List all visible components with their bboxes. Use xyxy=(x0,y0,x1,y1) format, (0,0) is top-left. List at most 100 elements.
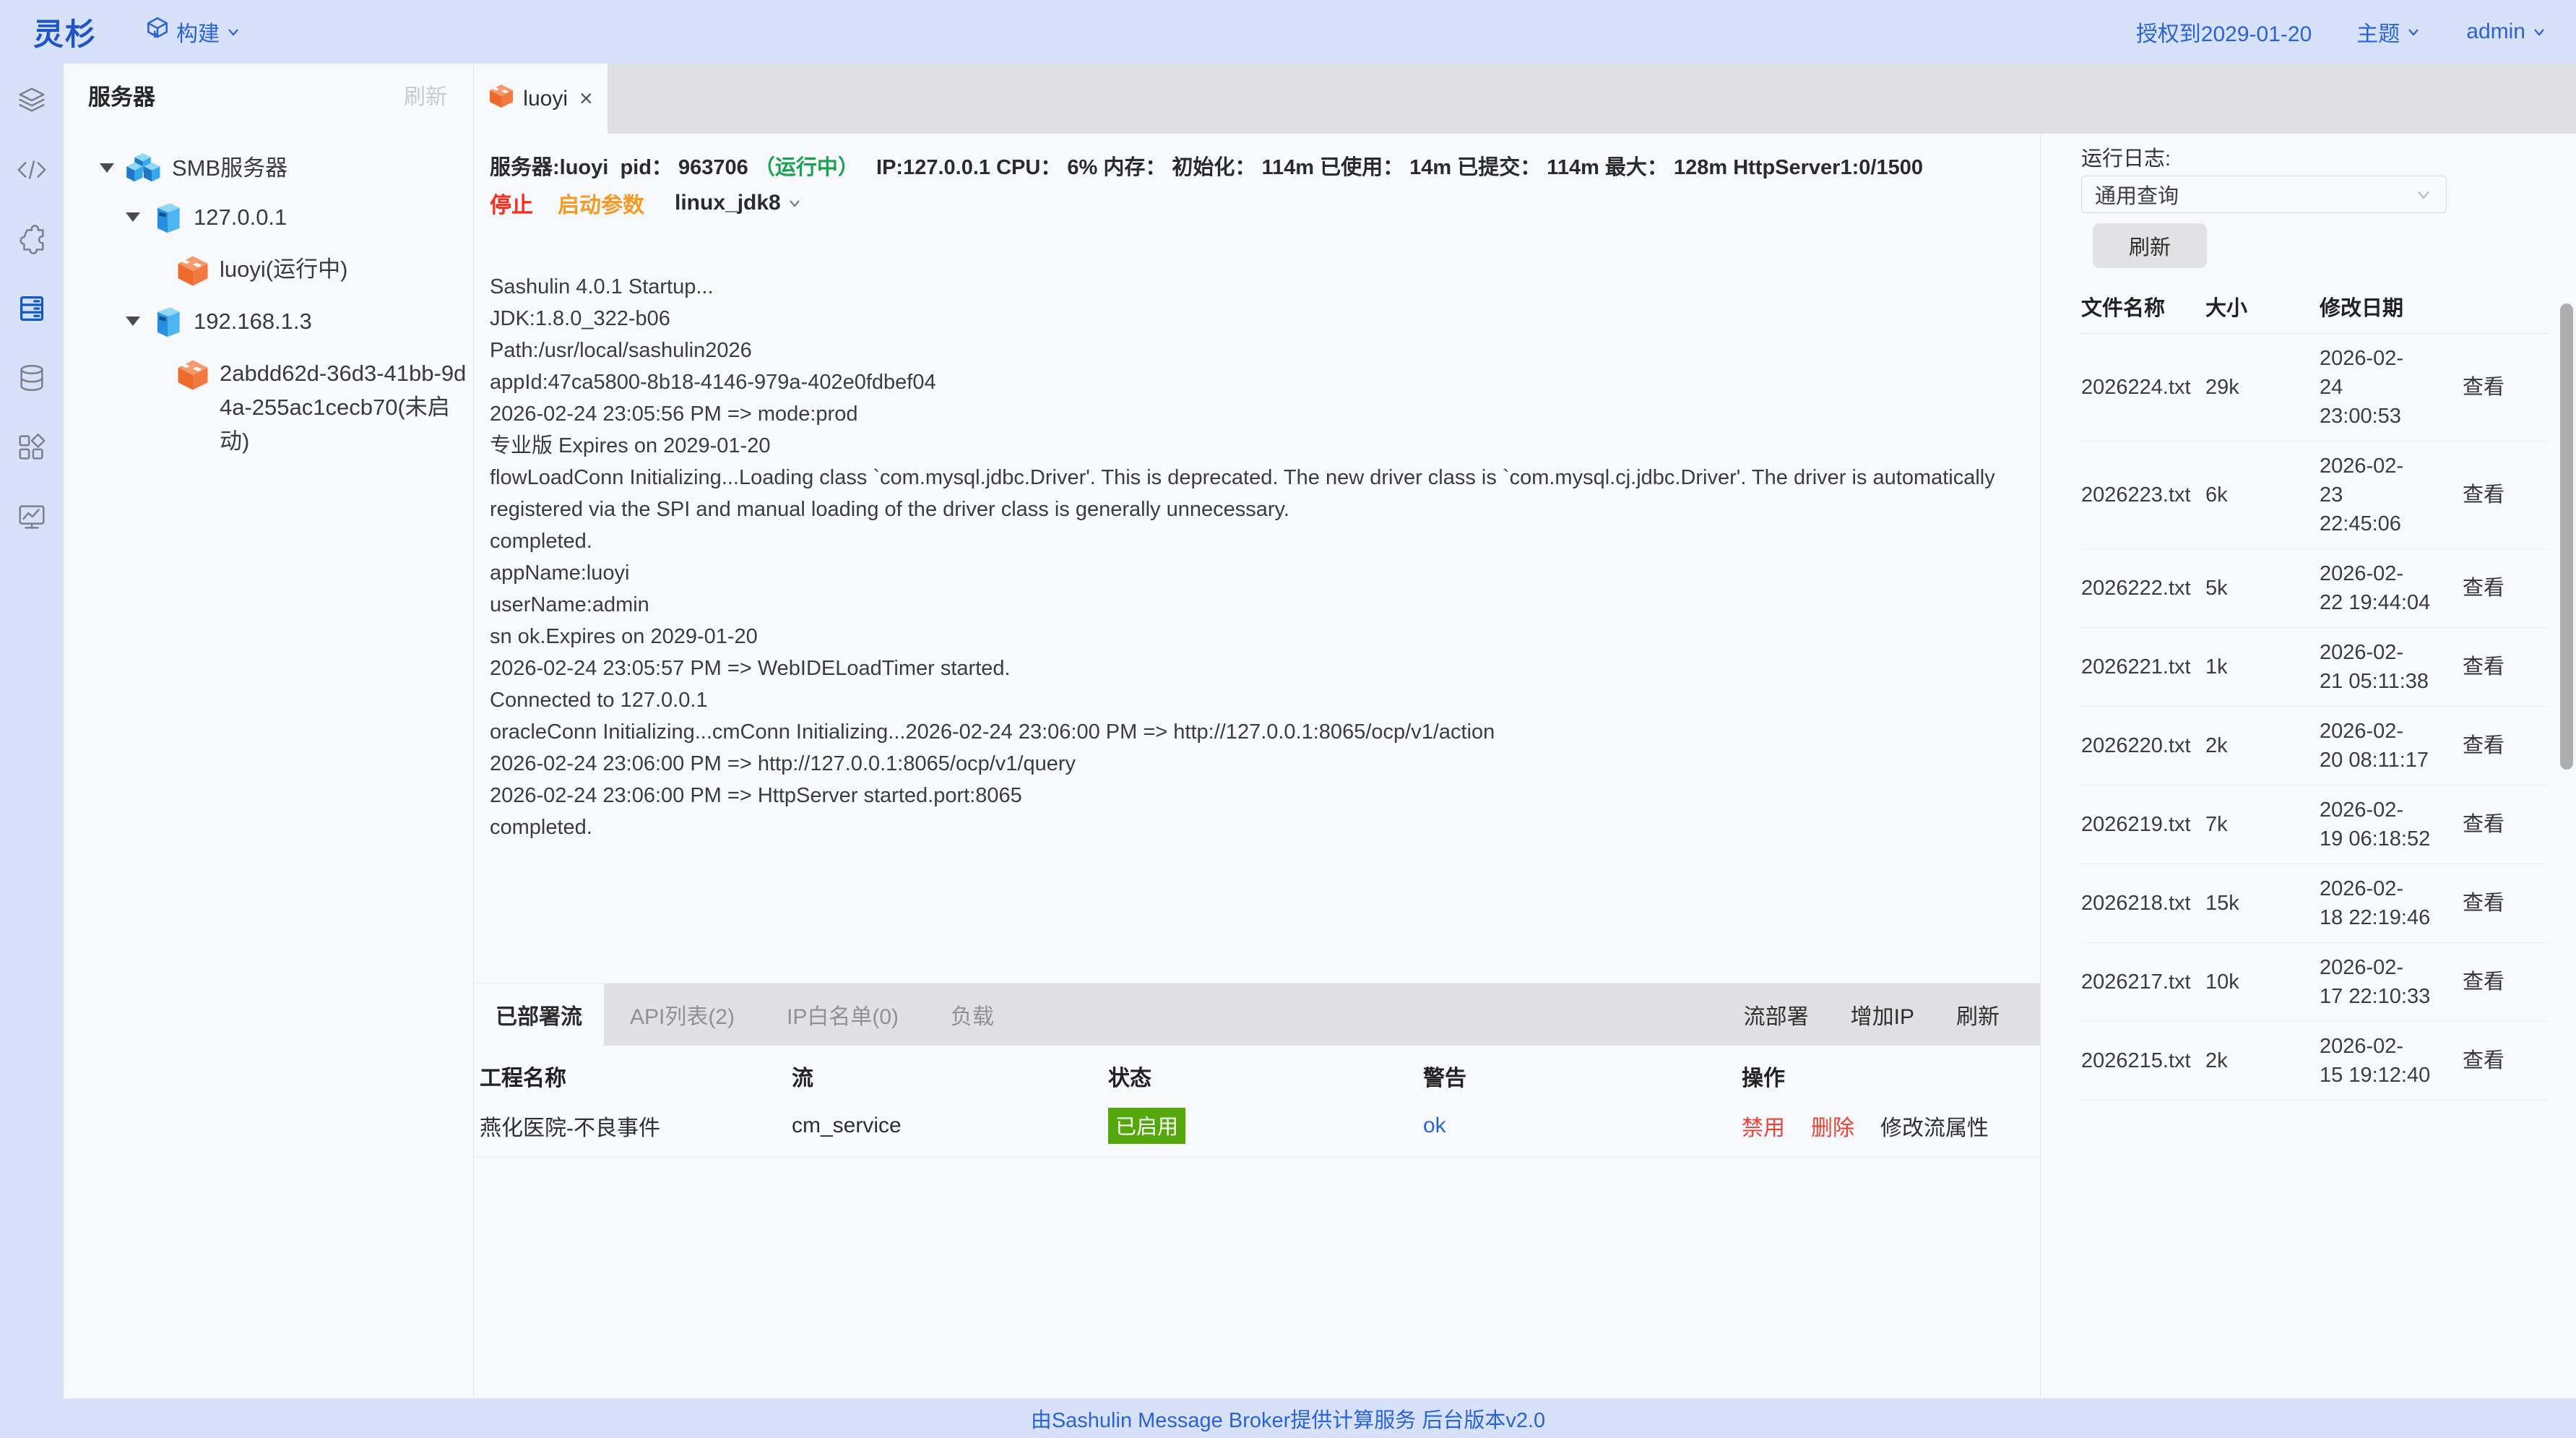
stop-button[interactable]: 停止 xyxy=(490,187,533,219)
deploy-flow-button[interactable]: 流部署 xyxy=(1744,999,1809,1030)
view-file-link[interactable]: 查看 xyxy=(2463,734,2504,757)
deploy-section: 已部署流 API列表(2) IP白名单(0) 负载 流部署 增加IP 刷新 工程… xyxy=(474,983,2040,1398)
tab-close-icon[interactable]: × xyxy=(579,85,593,112)
log-line: appName:luoyi xyxy=(490,557,2018,589)
scrollbar-thumb[interactable] xyxy=(2560,303,2573,770)
log-line: appId:47ca5800-8b18-4146-979a-402e0fdbef… xyxy=(490,366,2018,398)
log-line: 2026-02-24 23:06:00 PM => http://127.0.0… xyxy=(490,748,2018,780)
tab-load[interactable]: 负载 xyxy=(925,983,1020,1046)
file-size: 7k xyxy=(2205,785,2320,864)
log-line: oracleConn Initializing...cmConn Initial… xyxy=(490,716,2018,748)
tree-node-app-luoyi[interactable]: luoyi(运行中) xyxy=(64,249,473,301)
startup-log-output[interactable]: Sashulin 4.0.1 Startup... JDK:1.8.0_322-… xyxy=(490,271,2018,843)
collapse-caret-icon[interactable] xyxy=(126,212,140,222)
tree-node-label: 127.0.0.1 xyxy=(194,197,287,238)
file-name: 2026224.txt xyxy=(2081,334,2205,442)
column-header-modified: 修改日期 xyxy=(2320,281,2463,334)
log-file-row: 2026217.txt 10k 2026-02- 17 22:10:33 查看 xyxy=(2081,943,2549,1022)
file-name: 2026220.txt xyxy=(2081,707,2205,785)
top-bar: 灵杉 构建 授权到2029-01-20 主题 admin xyxy=(0,0,2576,64)
package-icon xyxy=(176,254,209,301)
tree-node-label: luoyi(运行中) xyxy=(220,249,347,290)
tree-node-smb-group[interactable]: SMB服务器 xyxy=(64,147,473,197)
log-file-row: 2026223.txt 6k 2026-02- 23 22:45:06 查看 xyxy=(2081,442,2549,549)
status-badge: 已启用 xyxy=(1108,1108,1185,1144)
build-menu[interactable]: 构建 xyxy=(144,16,241,48)
log-line: JDK:1.8.0_322-b06 xyxy=(490,303,2018,335)
tab-ip-whitelist[interactable]: IP白名单(0) xyxy=(761,983,925,1046)
delete-flow-button[interactable]: 删除 xyxy=(1811,1110,1854,1142)
server-cluster-icon xyxy=(126,153,162,197)
tab-luoyi[interactable]: luoyi × xyxy=(474,64,608,134)
workspace: luoyi × 服务器:luoyi pid： 963706 （运行中） IP:1… xyxy=(474,64,2576,1398)
server-action-bar: 停止 启动参数 linux_jdk8 xyxy=(474,186,2040,220)
view-file-link[interactable]: 查看 xyxy=(2463,577,2504,600)
cell-project-name: 燕化医院-不良事件 xyxy=(474,1098,786,1158)
tree-node-host-127[interactable]: 127.0.0.1 xyxy=(64,197,473,249)
footer-text: 由Sashulin Message Broker提供计算服务 后台版本v2.0 xyxy=(1031,1403,1545,1434)
edit-flow-props-button[interactable]: 修改流属性 xyxy=(1880,1110,1989,1142)
tree-refresh-button[interactable]: 刷新 xyxy=(404,79,447,111)
tree-node-label: 192.168.1.3 xyxy=(194,301,312,342)
tree-node-label: SMB服务器 xyxy=(172,147,288,189)
log-file-row: 2026221.txt 1k 2026-02- 21 05:11:38 查看 xyxy=(2081,628,2549,707)
column-header-status: 状态 xyxy=(1102,1046,1417,1098)
file-modified-date: 2026-02- 24 23:00:53 xyxy=(2320,334,2463,442)
build-cube-icon xyxy=(144,16,170,48)
file-size: 2k xyxy=(2205,707,2320,785)
view-file-link[interactable]: 查看 xyxy=(2463,655,2504,679)
view-file-link[interactable]: 查看 xyxy=(2463,1049,2504,1072)
add-ip-button[interactable]: 增加IP xyxy=(1851,999,1914,1030)
view-file-link[interactable]: 查看 xyxy=(2463,813,2504,836)
file-name: 2026221.txt xyxy=(2081,628,2205,707)
view-file-link[interactable]: 查看 xyxy=(2463,483,2504,507)
tab-deployed-flows[interactable]: 已部署流 xyxy=(474,983,604,1046)
file-modified-date: 2026-02- 19 06:18:52 xyxy=(2320,785,2463,864)
log-line: 2026-02-24 23:05:56 PM => mode:prod xyxy=(490,398,2018,430)
components-icon[interactable] xyxy=(15,431,48,464)
file-name: 2026223.txt xyxy=(2081,442,2205,549)
log-query-select[interactable]: 通用查询 xyxy=(2081,176,2447,213)
plugin-icon[interactable] xyxy=(15,223,48,256)
start-params-button[interactable]: 启动参数 xyxy=(558,187,644,219)
view-file-link[interactable]: 查看 xyxy=(2463,970,2504,994)
document-tab-strip: luoyi × xyxy=(474,64,2576,134)
refresh-logs-button[interactable]: 刷新 xyxy=(2093,223,2207,268)
file-name: 2026218.txt xyxy=(2081,864,2205,943)
jdk-select[interactable]: linux_jdk8 xyxy=(675,191,803,215)
log-line: flowLoadConn Initializing...Loading clas… xyxy=(490,462,2018,525)
code-icon[interactable] xyxy=(15,153,48,186)
log-file-row: 2026222.txt 5k 2026-02- 22 19:44:04 查看 xyxy=(2081,549,2549,628)
theme-menu[interactable]: 主题 xyxy=(2356,16,2421,48)
collapse-caret-icon[interactable] xyxy=(126,317,140,326)
app-logo: 灵杉 xyxy=(33,10,97,54)
build-menu-label: 构建 xyxy=(176,16,220,48)
file-size: 15k xyxy=(2205,864,2320,943)
tree-node-label: 2abdd62d-36d3-41bb-9d4a-255ac1cecb70(未启动… xyxy=(220,353,473,458)
run-logs-label: 运行日志: xyxy=(2081,144,2576,174)
package-icon xyxy=(176,358,209,405)
file-size: 5k xyxy=(2205,549,2320,628)
log-line: sn ok.Expires on 2029-01-20 xyxy=(490,621,2018,653)
tab-api-list[interactable]: API列表(2) xyxy=(604,983,761,1046)
user-menu-label: admin xyxy=(2466,20,2525,44)
view-file-link[interactable]: 查看 xyxy=(2463,892,2504,915)
log-line: 2026-02-24 23:06:00 PM => HttpServer sta… xyxy=(490,780,2018,811)
view-file-link[interactable]: 查看 xyxy=(2463,376,2504,399)
log-file-row: 2026224.txt 29k 2026-02- 24 23:00:53 查看 xyxy=(2081,334,2549,442)
tree-node-app-2abdd62d[interactable]: 2abdd62d-36d3-41bb-9d4a-255ac1cecb70(未启动… xyxy=(64,353,473,458)
database-icon[interactable] xyxy=(15,361,48,395)
log-line: Path:/usr/local/sashulin2026 xyxy=(490,335,2018,366)
deploy-tab-strip: 已部署流 API列表(2) IP白名单(0) 负载 流部署 增加IP 刷新 xyxy=(474,983,2040,1046)
tree-node-host-192[interactable]: 192.168.1.3 xyxy=(64,301,473,353)
file-size: 29k xyxy=(2205,334,2320,442)
disable-flow-button[interactable]: 禁用 xyxy=(1742,1110,1785,1142)
monitor-chart-icon[interactable] xyxy=(15,500,48,533)
server-rack-icon[interactable] xyxy=(15,292,48,325)
file-modified-date: 2026-02- 22 19:44:04 xyxy=(2320,549,2463,628)
user-menu[interactable]: admin xyxy=(2466,20,2547,44)
layers-icon[interactable] xyxy=(15,84,48,117)
server-tree-panel: 服务器 刷新 SMB服务器 127.0.0.1 xyxy=(64,64,474,1398)
collapse-caret-icon[interactable] xyxy=(100,163,114,173)
refresh-flows-button[interactable]: 刷新 xyxy=(1956,999,2000,1030)
